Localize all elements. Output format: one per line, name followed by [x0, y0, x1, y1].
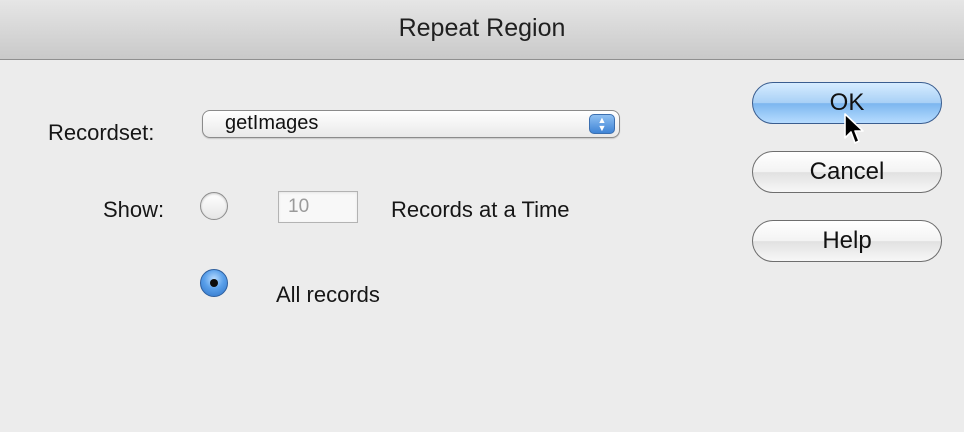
records-at-a-time-label: Records at a Time	[391, 197, 570, 222]
all-records-radio[interactable]	[200, 269, 228, 297]
records-count-input[interactable]	[278, 191, 358, 223]
title-bar[interactable]: Repeat Region	[0, 0, 964, 60]
mouse-pointer-icon	[844, 113, 864, 144]
recordset-select[interactable]: getImages ▲ ▼	[202, 110, 620, 138]
show-label: Show:	[103, 197, 165, 222]
cancel-button[interactable]: Cancel	[752, 151, 942, 193]
all-records-label: All records	[276, 282, 380, 307]
window-title: Repeat Region	[398, 14, 566, 42]
records-at-a-time-radio[interactable]	[200, 192, 228, 220]
up-down-arrows-icon: ▲ ▼	[589, 114, 615, 134]
help-button[interactable]: Help	[752, 220, 942, 262]
recordset-selected-value: getImages	[225, 112, 319, 134]
radio-selected-dot	[210, 279, 218, 287]
recordset-label: Recordset:	[48, 120, 155, 145]
